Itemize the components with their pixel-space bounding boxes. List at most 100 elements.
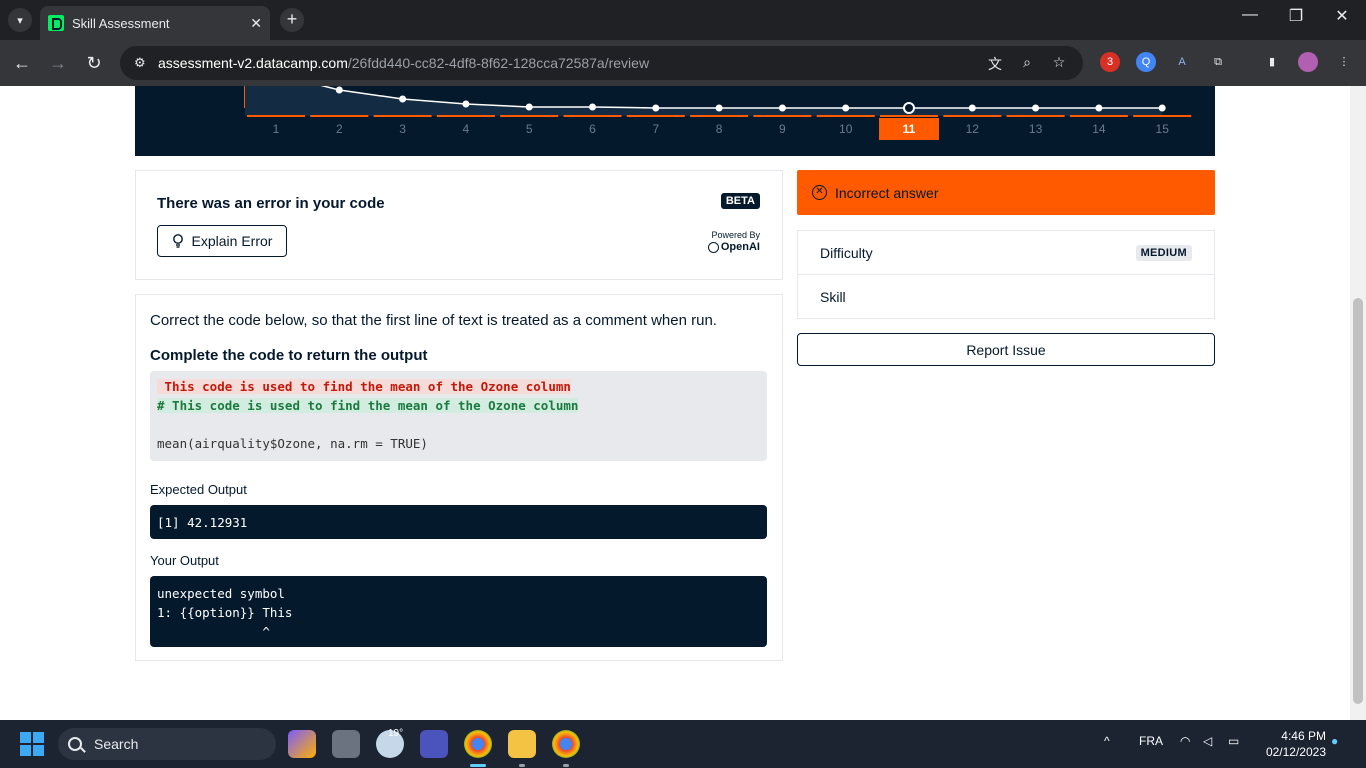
progress-point[interactable] [715, 104, 723, 112]
file-explorer-icon[interactable] [508, 730, 536, 758]
progress-point[interactable] [462, 100, 470, 108]
progress-point[interactable] [903, 102, 915, 114]
tab-close-icon[interactable]: ✕ [250, 15, 262, 32]
datacamp-favicon-icon [48, 15, 64, 31]
difficulty-row: Difficulty MEDIUM [798, 231, 1214, 275]
question-number-label[interactable]: 15 [1156, 122, 1170, 136]
side-panel-icon[interactable]: ▮ [1262, 52, 1282, 72]
tray-chevron-up-icon[interactable]: ^ [1104, 734, 1110, 748]
question-number-label[interactable]: 9 [779, 122, 786, 136]
question-number-label[interactable]: 7 [652, 122, 659, 136]
progress-timeline: 1 2 3 4 5 6 7 8 9 10 11 12 13 14 15 [244, 86, 1192, 140]
progress-point[interactable] [1032, 104, 1040, 112]
back-arrow-icon[interactable]: ← [10, 51, 34, 75]
progress-point[interactable] [525, 103, 533, 111]
url-text[interactable]: assessment-v2.datacamp.com/26fdd440-cc82… [158, 55, 649, 71]
browser-tab-bar: ▾ Skill Assessment ✕ + — ❐ ✕ [0, 0, 1366, 40]
window-close-icon[interactable]: ✕ [1322, 6, 1362, 26]
page-scrollbar[interactable] [1350, 86, 1366, 720]
clock-time: 4:46 PM [1281, 729, 1326, 743]
extension-badge-icon[interactable]: 3 [1100, 52, 1120, 72]
expected-output-label: Expected Output [150, 482, 247, 497]
url-path: /26fdd440-cc82-4df8-8f62-128cca72587a/re… [347, 55, 650, 71]
scrollbar-thumb[interactable] [1353, 298, 1363, 704]
notification-bell-icon[interactable]: ● [1331, 734, 1338, 748]
beta-badge: BETA [720, 193, 760, 209]
reload-icon[interactable]: ↻ [82, 51, 106, 75]
your-output-block: unexpected symbol 1: {{option}} This ^ [150, 576, 767, 647]
question-number-label[interactable]: 10 [839, 122, 853, 136]
x-circle-icon: ✕ [812, 185, 827, 200]
wifi-icon[interactable]: ◠ [1180, 734, 1190, 748]
battery-icon[interactable]: ▭ [1228, 734, 1239, 748]
restore-icon[interactable]: ❐ [1276, 6, 1316, 26]
minimize-icon[interactable]: — [1230, 6, 1270, 24]
incorrect-answer-banner: ✕ Incorrect answer [797, 170, 1215, 215]
teams-icon[interactable] [420, 730, 448, 758]
browser-menu-icon[interactable]: ⋮ [1334, 52, 1354, 72]
taskbar-search[interactable]: Search [58, 728, 276, 760]
new-tab-button[interactable]: + [280, 8, 304, 32]
copilot-pre-icon[interactable] [288, 730, 316, 758]
search-extension-icon[interactable]: Q [1136, 52, 1156, 72]
volume-icon[interactable]: ◁ [1203, 734, 1212, 748]
bookmark-star-icon[interactable]: ☆ [1049, 54, 1069, 72]
question-number-label[interactable]: 2 [336, 122, 343, 136]
translate-icon[interactable]: 文 [985, 54, 1005, 72]
progress-area [245, 86, 1163, 116]
task-view-icon[interactable] [332, 730, 360, 758]
progress-point[interactable] [778, 104, 786, 112]
skill-label: Skill [820, 289, 846, 305]
profile-avatar[interactable] [1298, 52, 1318, 72]
question-number-label[interactable]: 13 [1029, 122, 1043, 136]
windows-taskbar: Search 19° ^ FRA ◠ ◁ ▭ 4:46 PM 02/12/202… [0, 720, 1366, 768]
explain-error-label: Explain Error [191, 233, 273, 249]
search-icon [68, 737, 82, 751]
progress-point[interactable] [1158, 104, 1166, 112]
windows-start-icon[interactable] [20, 732, 44, 756]
progress-point[interactable] [399, 95, 407, 103]
skill-row: Skill [798, 275, 1214, 319]
site-info-icon[interactable]: ⚙ [134, 55, 156, 71]
question-progress-panel: 1 2 3 4 5 6 7 8 9 10 11 12 13 14 15 [135, 86, 1215, 156]
extension-badge-count: 3 [1106, 56, 1114, 68]
forward-arrow-icon[interactable]: → [46, 51, 70, 75]
language-indicator[interactable]: FRA [1139, 734, 1163, 748]
font-extension-icon[interactable]: A [1172, 52, 1192, 72]
question-number-label[interactable]: 12 [966, 122, 980, 136]
address-bar[interactable]: ⚙ assessment-v2.datacamp.com/26fdd440-cc… [120, 46, 1083, 80]
browser-tab-active[interactable]: Skill Assessment ✕ [40, 6, 270, 40]
difficulty-label: Difficulty [820, 244, 873, 261]
explorer-running-indicator [519, 764, 525, 767]
question-number-label[interactable]: 3 [399, 122, 406, 136]
progress-point[interactable] [589, 103, 596, 111]
explain-error-button[interactable]: Explain Error [157, 225, 287, 257]
zoom-icon[interactable]: ⌕ [1017, 54, 1037, 72]
progress-point[interactable] [968, 104, 976, 112]
question-number-label[interactable]: 5 [526, 122, 533, 136]
extensions-puzzle-icon[interactable]: ⧉ [1208, 52, 1228, 72]
question-number-label[interactable]: 11 [903, 122, 916, 136]
progress-point[interactable] [335, 86, 343, 94]
progress-point[interactable] [652, 104, 660, 112]
question-number-label[interactable]: 6 [589, 122, 596, 136]
tab-search-chevron-icon[interactable]: ▾ [8, 8, 32, 32]
progress-point[interactable] [1095, 104, 1103, 112]
url-host: assessment-v2.datacamp.com [158, 55, 348, 71]
taskbar-clock[interactable]: 4:46 PM 02/12/2023 [1256, 728, 1326, 760]
browser-toolbar: ← → ↻ ⚙ assessment-v2.datacamp.com/26fdd… [0, 40, 1366, 86]
error-card: There was an error in your code BETA Exp… [135, 170, 783, 280]
question-number-label[interactable]: 14 [1092, 122, 1106, 136]
report-issue-button[interactable]: Report Issue [797, 333, 1215, 366]
your-output-label: Your Output [150, 553, 219, 568]
question-meta-card: Difficulty MEDIUM Skill [797, 230, 1215, 319]
question-number-label[interactable]: 1 [273, 122, 280, 136]
question-number-label[interactable]: 8 [716, 122, 723, 136]
question-number-label[interactable]: 4 [463, 122, 470, 136]
question-card: Correct the code below, so that the firs… [135, 294, 783, 661]
chrome-icon[interactable] [464, 730, 492, 758]
taskbar-search-label: Search [94, 736, 139, 752]
chrome-profile-icon[interactable] [552, 730, 580, 758]
progress-point[interactable] [842, 104, 850, 112]
openai-logo: OpenAI [707, 241, 760, 253]
